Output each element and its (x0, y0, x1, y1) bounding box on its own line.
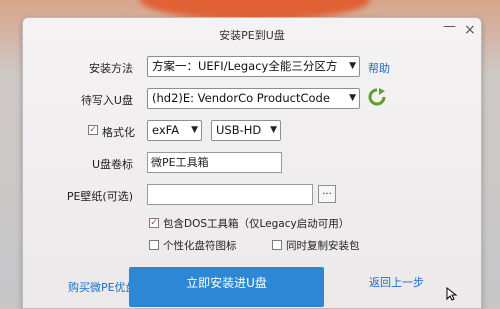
wallpaper-label: PE壁纸(可选) (66, 190, 133, 203)
boot-mode-select[interactable]: USB-HD ▼ (211, 120, 281, 141)
minimize-button[interactable]: — (443, 20, 456, 34)
install-method-select[interactable]: 方案一：UEFI/Legacy全能三分区方 ▼ (147, 56, 360, 77)
boot-mode-value: USB-HD (216, 123, 262, 137)
volume-label: U盘卷标 (91, 158, 133, 171)
wallpaper-input[interactable] (147, 184, 313, 205)
close-button[interactable]: × (464, 23, 476, 37)
filesystem-select[interactable]: exFA ▼ (147, 120, 202, 141)
volume-input[interactable]: 微PE工具箱 (147, 152, 282, 173)
chevron-down-icon: ▼ (270, 125, 277, 135)
mouse-cursor-icon (446, 287, 458, 301)
back-link[interactable]: 返回上一步 (369, 274, 424, 290)
checkmark-icon: ✓ (89, 125, 97, 135)
buy-usb-link[interactable]: 购买微PE优盘 (68, 279, 137, 295)
install-method-value: 方案一：UEFI/Legacy全能三分区方 (152, 59, 338, 73)
checkmark-icon: ✓ (150, 218, 158, 228)
dos-toolbox-checkbox[interactable]: ✓ (149, 218, 159, 228)
format-label: 格式化 (102, 126, 135, 139)
dos-toolbox-label: 包含DOS工具箱（仅Legacy启动可用） (163, 218, 350, 230)
install-dialog: 安装PE到U盘 — × 安装方法 方案一：UEFI/Legacy全能三分区方 ▼… (22, 17, 482, 309)
chevron-down-icon: ▼ (191, 125, 198, 135)
help-link[interactable]: 帮助 (368, 60, 390, 76)
copy-installer-label: 同时复制安装包 (286, 240, 360, 252)
custom-drive-icon-label: 个性化盘符图标 (163, 240, 237, 252)
install-now-button[interactable]: 立即安装进U盘 (129, 267, 324, 307)
chevron-down-icon: ▼ (349, 61, 356, 71)
filesystem-value: exFA (152, 123, 180, 137)
target-disk-value: (hd2)E: VendorCo ProductCode (152, 91, 330, 105)
refresh-icon[interactable] (368, 88, 386, 106)
copy-installer-checkbox[interactable] (272, 240, 282, 250)
window-title: 安装PE到U盘 (219, 29, 285, 42)
custom-drive-icon-checkbox[interactable] (149, 240, 159, 250)
chevron-down-icon: ▼ (349, 93, 356, 103)
target-disk-select[interactable]: (hd2)E: VendorCo ProductCode ▼ (147, 88, 360, 109)
format-checkbox[interactable]: ✓ (88, 125, 98, 135)
browse-button[interactable]: ... (318, 185, 336, 203)
target-disk-label: 待写入U盘 (80, 94, 133, 107)
install-method-label: 安装方法 (89, 62, 133, 75)
